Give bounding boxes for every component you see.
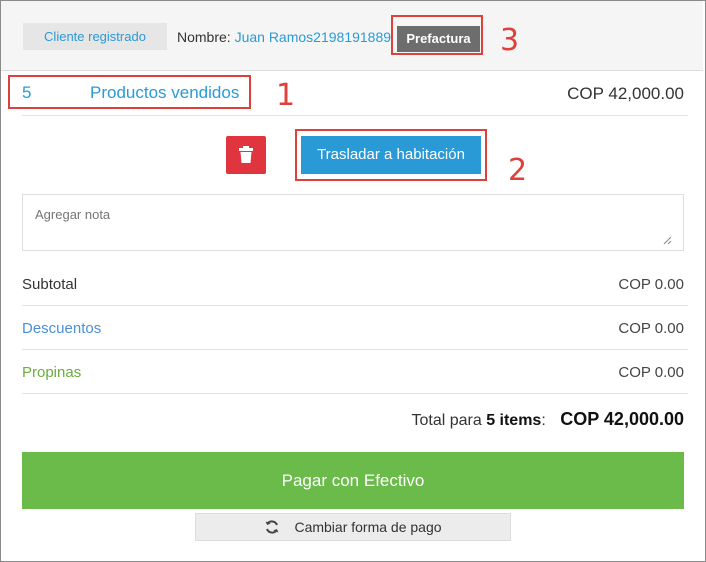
discounts-link[interactable]: Descuentos bbox=[22, 320, 101, 337]
marker-2: 2 bbox=[508, 153, 528, 188]
tips-link[interactable]: Propinas bbox=[22, 364, 81, 381]
change-payment-label: Cambiar forma de pago bbox=[294, 519, 442, 535]
pay-cash-button[interactable]: Pagar con Efectivo bbox=[22, 452, 684, 509]
delete-button[interactable] bbox=[226, 136, 266, 174]
refresh-icon bbox=[265, 520, 279, 534]
change-payment-method-button[interactable]: Cambiar forma de pago bbox=[195, 513, 511, 541]
note-input[interactable] bbox=[22, 194, 684, 251]
subtotal-value: COP 0.00 bbox=[618, 276, 684, 293]
divider bbox=[22, 115, 688, 116]
total-line: Total para 5 items: COP 42,000.00 bbox=[411, 409, 684, 430]
tips-value: COP 0.00 bbox=[618, 364, 684, 381]
marker-3: 3 bbox=[500, 23, 520, 58]
total-suffix: : bbox=[541, 412, 546, 429]
customer-name: Nombre: Juan Ramos2198191889 bbox=[177, 29, 391, 45]
subtotal-label: Subtotal bbox=[22, 276, 78, 293]
header-bar: Cliente registrado Nombre: Juan Ramos219… bbox=[1, 1, 703, 71]
highlight-box-3 bbox=[391, 15, 483, 55]
divider bbox=[22, 349, 688, 350]
total-amount: COP 42,000.00 bbox=[560, 409, 684, 429]
tips-row: Propinas COP 0.00 bbox=[22, 364, 684, 384]
divider bbox=[22, 305, 688, 306]
customer-name-value[interactable]: Juan Ramos2198191889 bbox=[235, 29, 391, 45]
resize-grip-icon[interactable] bbox=[662, 235, 672, 245]
marker-1: 1 bbox=[276, 78, 296, 113]
registered-client-button[interactable]: Cliente registrado bbox=[23, 23, 167, 50]
discounts-row: Descuentos COP 0.00 bbox=[22, 320, 684, 340]
subtotal-row: Subtotal COP 0.00 bbox=[22, 276, 684, 296]
highlight-box-2 bbox=[295, 129, 487, 181]
products-total: COP 42,000.00 bbox=[567, 84, 684, 103]
customer-name-label: Nombre: bbox=[177, 29, 231, 45]
total-prefix: Total para bbox=[411, 412, 482, 429]
discounts-value: COP 0.00 bbox=[618, 320, 684, 337]
divider bbox=[22, 393, 688, 394]
highlight-box-1 bbox=[8, 75, 251, 109]
total-items: 5 items bbox=[486, 412, 542, 429]
trash-icon bbox=[239, 146, 253, 163]
